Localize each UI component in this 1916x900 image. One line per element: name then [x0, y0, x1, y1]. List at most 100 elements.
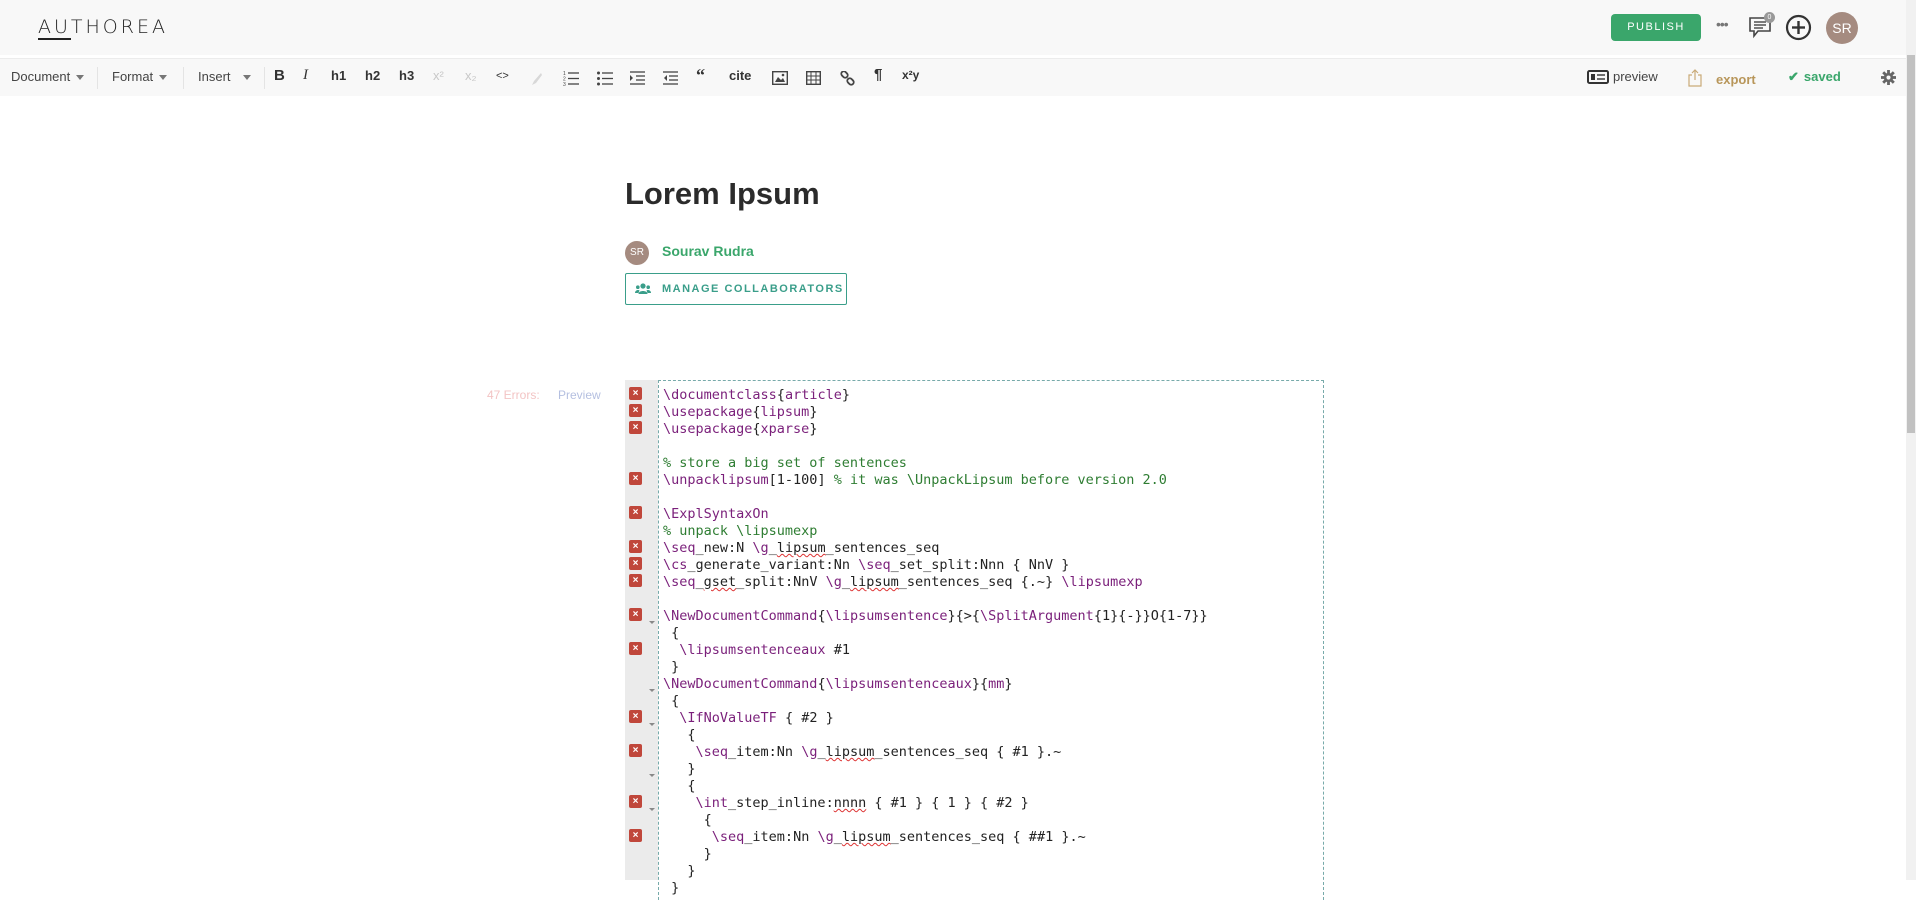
- code-line[interactable]: \lipsumsentenceaux #1: [663, 642, 850, 659]
- highlight-brush-icon[interactable]: [529, 72, 543, 86]
- code-line[interactable]: \seq_item:Nn \g_lipsum_sentences_seq { #…: [663, 829, 1086, 846]
- code-line[interactable]: % store a big set of sentences: [663, 455, 907, 472]
- manage-collaborators-label: MANAGE COLLABORATORS: [662, 283, 844, 295]
- code-line[interactable]: \seq_new:N \g_lipsum_sentences_seq: [663, 540, 939, 557]
- preview-button[interactable]: preview: [1587, 69, 1658, 84]
- blockquote-icon[interactable]: “: [696, 65, 705, 86]
- code-line[interactable]: }: [663, 659, 679, 676]
- link-icon[interactable]: [840, 71, 855, 86]
- heading1-button[interactable]: h1: [331, 68, 346, 83]
- code-line[interactable]: }: [663, 846, 712, 863]
- error-marker-icon[interactable]: ×: [629, 710, 642, 723]
- code-line[interactable]: \documentclass{article}: [663, 387, 850, 404]
- subscript-button[interactable]: x₂: [465, 68, 477, 83]
- chevron-down-icon: [159, 75, 168, 81]
- bullet-list-icon[interactable]: [597, 71, 613, 86]
- preview-link[interactable]: Preview: [558, 388, 601, 402]
- code-line[interactable]: \int_step_inline:nnnn { #1 } { 1 } { #2 …: [663, 795, 1029, 812]
- code-line[interactable]: % unpack \lipsumexp: [663, 523, 817, 540]
- saved-status: ✔ saved: [1788, 69, 1841, 85]
- authorea-logo[interactable]: AUTHOREA: [38, 16, 168, 40]
- image-icon[interactable]: [772, 71, 788, 85]
- document-menu[interactable]: Document: [11, 69, 85, 84]
- preview-icon: [1587, 70, 1609, 84]
- code-line[interactable]: {: [663, 778, 695, 795]
- indent-icon[interactable]: [630, 71, 645, 86]
- code-line[interactable]: {: [663, 727, 695, 744]
- bold-button[interactable]: B: [274, 67, 285, 84]
- fold-arrow-icon[interactable]: [649, 689, 655, 692]
- pilcrow-button[interactable]: ¶: [874, 66, 882, 83]
- code-button[interactable]: <>: [496, 70, 509, 82]
- scrollbar-thumb[interactable]: [1907, 55, 1915, 433]
- superscript-button[interactable]: x²: [433, 68, 444, 83]
- user-avatar[interactable]: SR: [1826, 12, 1858, 44]
- error-marker-icon[interactable]: ×: [629, 472, 642, 485]
- error-marker-icon[interactable]: ×: [629, 421, 642, 434]
- error-marker-icon[interactable]: ×: [629, 404, 642, 417]
- code-line[interactable]: {: [663, 625, 679, 642]
- code-line[interactable]: {: [663, 693, 679, 710]
- code-line[interactable]: \cs_generate_variant:Nn \seq_set_split:N…: [663, 557, 1069, 574]
- code-line[interactable]: \seq_gset_split:NnV \g_lipsum_sentences_…: [663, 574, 1143, 591]
- code-line[interactable]: \usepackage{lipsum}: [663, 404, 817, 421]
- users-icon: [635, 283, 651, 294]
- export-button[interactable]: export: [1688, 69, 1756, 87]
- error-marker-icon[interactable]: ×: [629, 829, 642, 842]
- page-scrollbar[interactable]: [1906, 0, 1916, 880]
- document-menu-label: Document: [11, 69, 71, 84]
- code-line[interactable]: \NewDocumentCommand{\lipsumsentenceaux}{…: [663, 676, 1013, 693]
- insert-menu[interactable]: Insert: [198, 69, 251, 84]
- code-line[interactable]: \seq_item:Nn \g_lipsum_sentences_seq { #…: [663, 744, 1062, 761]
- cite-button[interactable]: cite: [729, 68, 751, 83]
- error-marker-icon[interactable]: ×: [629, 387, 642, 400]
- error-marker-icon[interactable]: ×: [629, 795, 642, 808]
- fold-arrow-icon[interactable]: [649, 774, 655, 777]
- code-line[interactable]: \NewDocumentCommand{\lipsumsentence}{>{\…: [663, 608, 1208, 625]
- author-avatar: SR: [625, 241, 649, 265]
- settings-gear-icon[interactable]: [1881, 70, 1896, 85]
- code-line[interactable]: \IfNoValueTF { #2 }: [663, 710, 833, 727]
- more-options-icon[interactable]: •••: [1716, 16, 1729, 32]
- error-marker-icon[interactable]: ×: [629, 540, 642, 553]
- code-line[interactable]: {: [663, 812, 712, 829]
- table-icon[interactable]: [806, 71, 821, 85]
- chevron-down-icon: [242, 75, 251, 81]
- error-marker-icon[interactable]: ×: [629, 506, 642, 519]
- author-name-link[interactable]: Sourav Rudra: [662, 243, 754, 259]
- outdent-icon[interactable]: [663, 71, 678, 86]
- document-title[interactable]: Lorem Ipsum: [625, 176, 820, 212]
- code-line[interactable]: }: [663, 863, 695, 880]
- latex-code-editor[interactable]: \documentclass{article} \usepackage{lipsu…: [658, 380, 1324, 900]
- italic-button[interactable]: I: [303, 67, 308, 84]
- saved-label: saved: [1803, 69, 1841, 84]
- editor-gutter: × × × × × × × × × × × × × ×: [625, 380, 658, 880]
- error-marker-icon[interactable]: ×: [629, 744, 642, 757]
- preview-label: preview: [1613, 69, 1658, 84]
- heading2-button[interactable]: h2: [365, 68, 380, 83]
- checkmark-icon: ✔: [1788, 69, 1799, 84]
- heading3-button[interactable]: h3: [399, 68, 414, 83]
- manage-collaborators-button[interactable]: MANAGE COLLABORATORS: [625, 273, 847, 305]
- errors-count: 47 Errors:: [487, 388, 540, 402]
- divider: [264, 67, 265, 89]
- editor-toolbar: Document Format Insert B I h1 h2 h3 x² x…: [0, 58, 1906, 96]
- error-marker-icon[interactable]: ×: [629, 557, 642, 570]
- code-line[interactable]: }: [663, 761, 695, 778]
- fold-arrow-icon[interactable]: [649, 621, 655, 624]
- comments-count-badge: 0: [1764, 12, 1775, 23]
- error-marker-icon[interactable]: ×: [629, 642, 642, 655]
- add-circle-icon[interactable]: [1785, 14, 1812, 41]
- code-line[interactable]: }: [663, 880, 679, 897]
- code-line[interactable]: \ExplSyntaxOn: [663, 506, 769, 523]
- code-line[interactable]: \unpacklipsum[1-100] % it was \UnpackLip…: [663, 472, 1167, 489]
- error-marker-icon[interactable]: ×: [629, 608, 642, 621]
- error-marker-icon[interactable]: ×: [629, 574, 642, 587]
- fold-arrow-icon[interactable]: [649, 723, 655, 726]
- publish-button[interactable]: PUBLISH: [1611, 14, 1701, 41]
- ordered-list-icon[interactable]: 123: [563, 71, 579, 86]
- fold-arrow-icon[interactable]: [649, 808, 655, 811]
- formula-button[interactable]: x²y: [902, 68, 919, 82]
- code-line[interactable]: \usepackage{xparse}: [663, 421, 817, 438]
- format-menu[interactable]: Format: [112, 69, 168, 84]
